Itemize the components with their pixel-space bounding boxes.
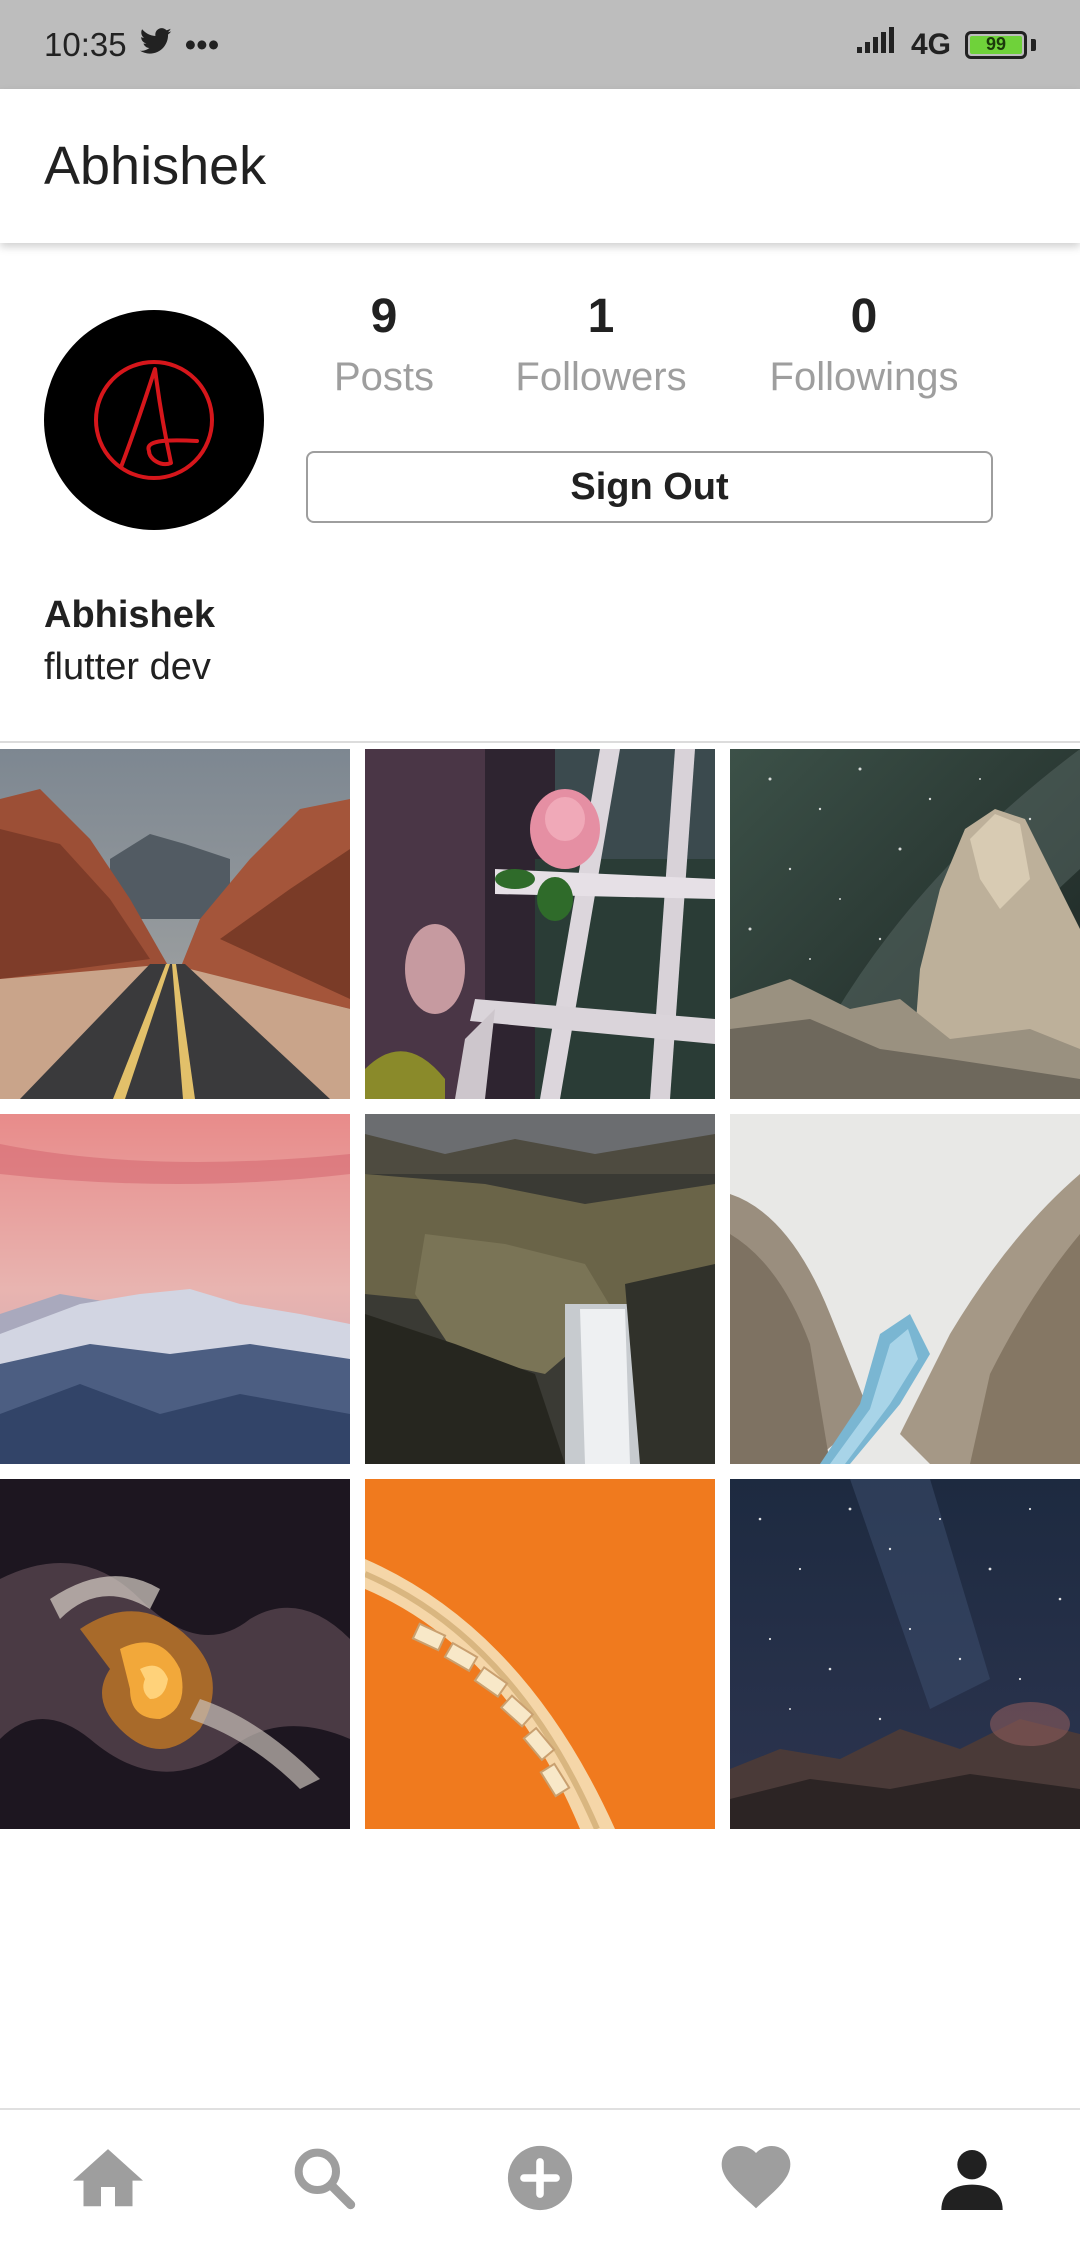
home-icon xyxy=(73,2149,143,2207)
status-left: 10:35 ••• xyxy=(44,26,219,64)
stat-followers[interactable]: 1 Followers xyxy=(515,285,686,405)
stat-label: Followers xyxy=(515,355,687,399)
stat-posts[interactable]: 9 Posts xyxy=(334,285,434,405)
stat-value: 0 xyxy=(850,290,878,343)
post-thumbnail[interactable] xyxy=(365,1479,715,1829)
post-thumbnail[interactable] xyxy=(0,1479,350,1829)
post-thumbnail[interactable] xyxy=(365,1114,715,1464)
stat-label: Posts xyxy=(333,355,435,399)
search-icon xyxy=(294,2148,356,2210)
profile-bio: flutter dev xyxy=(44,646,211,688)
stat-label: Followings xyxy=(769,355,959,399)
stat-value: 9 xyxy=(370,290,398,343)
nav-profile[interactable] xyxy=(912,2128,1032,2228)
signal-icon xyxy=(855,26,897,63)
nav-activity[interactable] xyxy=(696,2128,816,2228)
profile-icon xyxy=(941,2150,1003,2210)
status-time: 10:35 xyxy=(44,25,127,63)
post-thumbnail[interactable] xyxy=(730,1114,1080,1464)
post-thumbnail[interactable] xyxy=(730,1479,1080,1829)
divider xyxy=(0,741,1080,743)
profile-name: Abhishek xyxy=(44,594,216,636)
nav-search[interactable] xyxy=(264,2128,384,2228)
profile-stats: 9 Posts 1 Followers 0 Followings xyxy=(0,285,1080,415)
battery-tip xyxy=(1031,38,1036,51)
status-bar: 10:35 ••• 4G 99 xyxy=(0,0,1080,89)
nav-add-post[interactable] xyxy=(480,2128,600,2228)
network-type: 4G xyxy=(910,27,951,61)
app-bar: Abhishek xyxy=(0,89,1080,243)
sign-out-button[interactable]: Sign Out xyxy=(306,451,993,523)
battery-level: 99 xyxy=(985,34,1007,54)
post-thumbnail[interactable] xyxy=(730,749,1080,1099)
post-thumbnail[interactable] xyxy=(365,749,715,1099)
post-thumbnail[interactable] xyxy=(0,1114,350,1464)
stat-followings[interactable]: 0 Followings xyxy=(770,285,959,405)
more-notifications-icon: ••• xyxy=(184,25,220,63)
stat-value: 1 xyxy=(587,290,615,343)
posts-grid xyxy=(0,749,1080,1829)
add-post-icon xyxy=(507,2145,573,2211)
twitter-icon xyxy=(139,26,173,64)
status-right: 4G 99 xyxy=(855,26,1036,63)
post-thumbnail[interactable] xyxy=(0,749,350,1099)
page-title: Abhishek xyxy=(44,136,267,196)
bottom-navigation xyxy=(0,2108,1080,2246)
nav-home[interactable] xyxy=(48,2128,168,2228)
heart-icon xyxy=(721,2146,791,2209)
battery-icon: 99 xyxy=(965,30,1027,59)
